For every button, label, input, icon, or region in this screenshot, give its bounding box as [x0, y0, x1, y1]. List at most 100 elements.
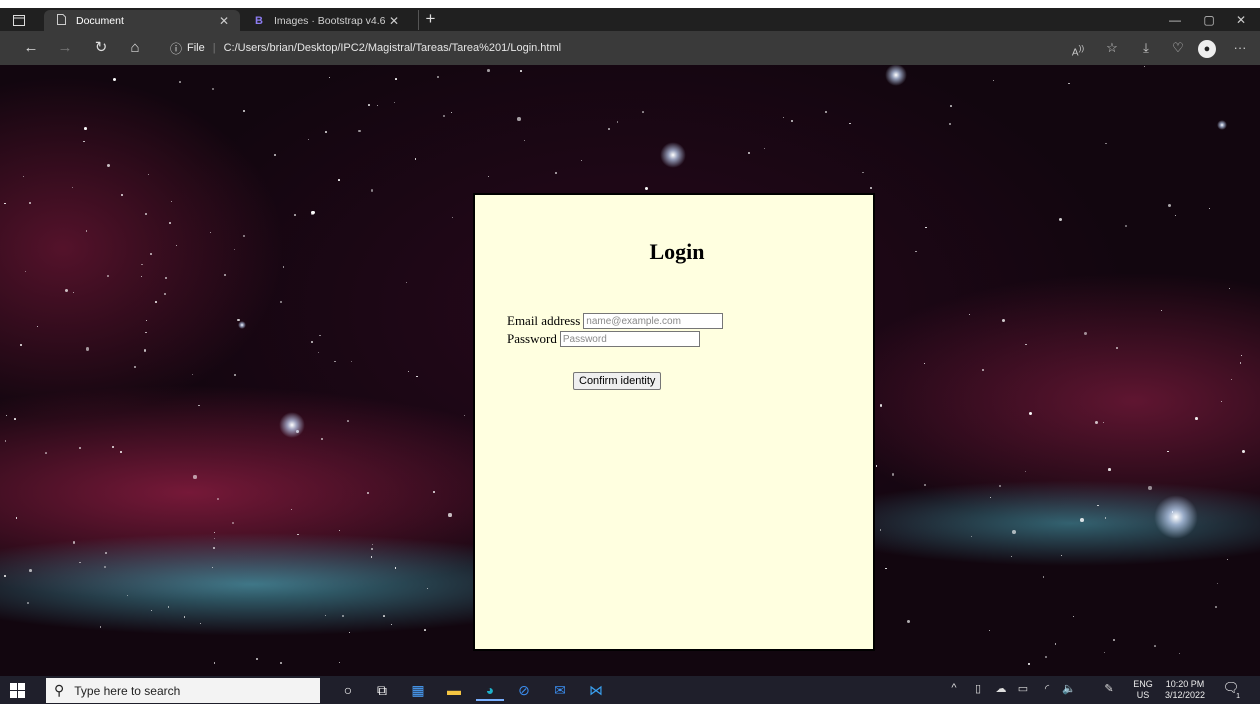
bright-star	[238, 321, 246, 329]
document-icon	[54, 13, 68, 28]
tab-title: Document	[76, 14, 124, 27]
email-label: Email address	[507, 313, 581, 328]
read-aloud-icon[interactable]: A))	[1066, 38, 1090, 58]
star	[370, 555, 373, 558]
minimize-icon[interactable]: —	[1160, 11, 1190, 29]
usb-icon[interactable]: ▯	[970, 682, 986, 695]
star	[448, 513, 452, 517]
star	[1240, 354, 1242, 356]
mail-icon[interactable]: ✉	[546, 679, 574, 701]
pen-icon[interactable]: ✎	[1100, 682, 1118, 695]
url-field[interactable]: ⓘ File | C:/Users/brian/Desktop/IPC2/Mag…	[162, 36, 1097, 60]
star	[1215, 606, 1217, 609]
favorites-add-icon[interactable]: ☆	[1100, 38, 1124, 58]
star	[998, 484, 1001, 487]
star	[22, 175, 24, 177]
star	[155, 301, 158, 304]
star	[1025, 343, 1027, 346]
star	[297, 533, 300, 536]
downloads-icon[interactable]: ⤓	[1134, 38, 1158, 58]
clock[interactable]: 10:20 PM 3/12/2022	[1160, 679, 1210, 701]
star	[915, 250, 917, 253]
star	[341, 615, 344, 618]
edge-browser-icon[interactable]: ◕	[476, 679, 504, 701]
star	[1228, 287, 1230, 289]
star	[210, 232, 212, 234]
language-indicator[interactable]: ENG US	[1128, 679, 1158, 701]
star	[371, 544, 373, 546]
password-field[interactable]	[559, 331, 700, 347]
url-text[interactable]: C:/Users/brian/Desktop/IPC2/Magistral/Ta…	[224, 42, 561, 54]
forward-icon[interactable]: →	[52, 38, 78, 58]
star	[642, 111, 644, 113]
star	[214, 531, 216, 533]
close-tab-icon[interactable]: ✕	[388, 14, 400, 28]
star	[78, 447, 81, 449]
star	[1167, 451, 1169, 453]
tab-document[interactable]: Document ✕	[44, 10, 240, 31]
cortana-icon[interactable]: ○	[334, 679, 362, 701]
star	[1073, 615, 1075, 617]
tab-strip: Document ✕ B Images · Bootstrap v4.6 ✕ +…	[0, 8, 1260, 31]
star	[370, 189, 374, 192]
notification-center-icon[interactable]: 🗨 1	[1220, 680, 1242, 700]
close-window-icon[interactable]: ✕	[1226, 11, 1256, 29]
star	[1108, 468, 1111, 472]
vscode-icon[interactable]: ⋈	[582, 679, 610, 701]
star	[338, 178, 340, 181]
close-tab-icon[interactable]: ✕	[218, 14, 230, 28]
tab-actions-button[interactable]	[8, 11, 30, 29]
clock-time: 10:20 PM	[1165, 679, 1205, 689]
browser-essentials-icon[interactable]: ♡	[1166, 38, 1190, 58]
bright-star	[660, 142, 686, 168]
maximize-icon[interactable]: ▢	[1194, 11, 1224, 29]
tab-title: Images · Bootstrap v4.6	[274, 14, 386, 27]
tab-bootstrap[interactable]: B Images · Bootstrap v4.6 ✕	[242, 10, 410, 31]
star	[436, 76, 439, 78]
profile-avatar-icon[interactable]: ●	[1198, 40, 1216, 58]
star	[85, 230, 88, 232]
address-bar: ← → ↻ ⌂ ⓘ File | C:/Users/brian/Desktop/…	[0, 31, 1260, 65]
star	[255, 658, 258, 661]
search-icon: ⚲	[54, 682, 65, 698]
windows-start-icon[interactable]	[8, 681, 28, 699]
star	[875, 465, 878, 467]
star	[393, 101, 395, 103]
password-label: Password	[507, 331, 557, 346]
more-options-icon[interactable]: ···	[1228, 38, 1252, 58]
refresh-icon[interactable]: ↻	[88, 38, 114, 58]
star	[141, 263, 143, 266]
taskbar-search[interactable]: ⚲ Type here to search	[46, 678, 320, 703]
task-view-icon[interactable]: ⧉	[368, 679, 396, 701]
onedrive-icon[interactable]: ☁	[992, 682, 1010, 695]
star	[72, 541, 76, 544]
star	[395, 78, 397, 80]
site-info-label[interactable]: File	[187, 42, 205, 54]
safari-compass-icon[interactable]: ⊘	[510, 679, 538, 701]
volume-icon[interactable]: 🔈	[1060, 682, 1078, 695]
email-field[interactable]	[583, 313, 724, 329]
calendar-app-icon[interactable]: ▦	[404, 679, 432, 701]
show-hidden-icons-icon[interactable]: ^	[946, 682, 962, 694]
confirm-identity-button[interactable]: Confirm identity	[573, 372, 662, 390]
bright-star	[1217, 120, 1227, 130]
star	[334, 360, 336, 363]
battery-icon[interactable]: ▭	[1014, 682, 1032, 695]
star	[64, 288, 69, 293]
wifi-icon[interactable]: ◜	[1038, 682, 1056, 695]
star	[170, 200, 173, 203]
file-explorer-icon[interactable]: ▬	[440, 679, 468, 701]
star	[325, 614, 327, 617]
star	[925, 226, 928, 229]
star	[45, 452, 48, 455]
star	[1010, 555, 1013, 557]
home-icon[interactable]: ⌂	[122, 38, 148, 58]
star	[645, 186, 649, 190]
new-tab-button[interactable]: +	[418, 10, 442, 30]
info-icon[interactable]: ⓘ	[170, 40, 182, 57]
star	[1175, 214, 1177, 216]
star	[1068, 82, 1070, 85]
star	[79, 561, 81, 564]
star	[233, 249, 235, 251]
back-icon[interactable]: ←	[18, 38, 44, 58]
